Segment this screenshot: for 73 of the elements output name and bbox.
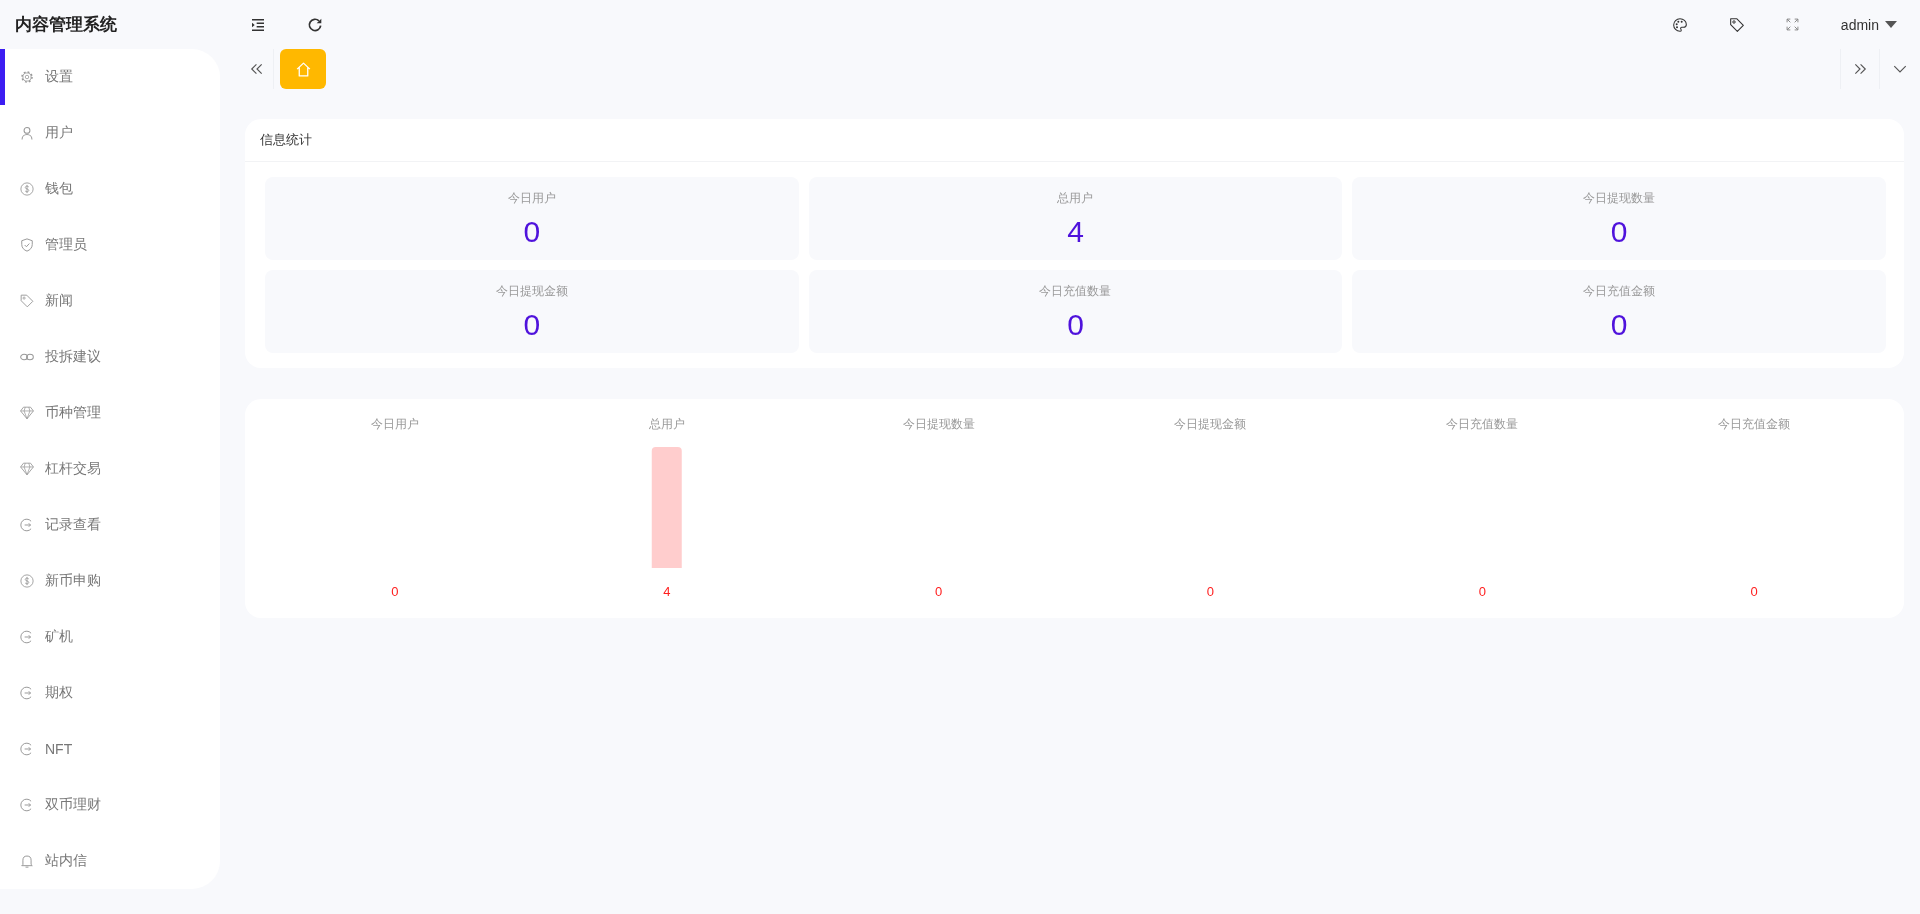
category-label: 总用户 <box>648 417 685 431</box>
stat-value: 0 <box>1610 308 1628 342</box>
stat-label: 今日充值金额 <box>1583 283 1656 299</box>
sidebar-item[interactable]: 新闻 <box>0 273 220 329</box>
sidebar-item[interactable]: 钱包 <box>0 161 220 217</box>
category-label: 今日充值数量 <box>1446 417 1519 431</box>
stat-label: 今日提现数量 <box>1583 190 1656 206</box>
sidebar-item[interactable]: 站内信 <box>0 833 220 889</box>
tag-button[interactable] <box>1728 16 1745 33</box>
user-icon <box>20 126 34 140</box>
dollar-coin-icon <box>20 574 34 588</box>
stat-label: 今日充值数量 <box>1039 283 1112 299</box>
theme-button[interactable] <box>1671 16 1688 33</box>
value-label: 0 <box>391 584 399 599</box>
stat-value: 4 <box>1067 215 1084 249</box>
sidebar-item[interactable]: 矿机 <box>0 609 220 665</box>
stat-label: 总用户 <box>1057 190 1094 206</box>
stat-label: 今日提现金额 <box>495 283 568 299</box>
circle-arrow-icon <box>20 686 34 700</box>
palette-icon <box>1671 16 1688 33</box>
value-label: 0 <box>934 584 943 599</box>
category-label: 今日充值金额 <box>1718 417 1791 431</box>
stat-value: 0 <box>523 215 541 249</box>
panel-title: 信息统计 <box>260 131 312 149</box>
circle-arrow-icon <box>20 518 34 532</box>
menu-toggle-button[interactable] <box>250 16 266 33</box>
value-label: 0 <box>1206 584 1215 599</box>
circle-arrow-icon <box>20 798 34 812</box>
scroll-right-button[interactable] <box>1840 49 1880 89</box>
tag-icon <box>1728 16 1745 33</box>
refresh-button[interactable] <box>307 16 323 33</box>
fullscreen-button[interactable] <box>1785 18 1799 31</box>
tag-icon <box>20 294 34 308</box>
bell-icon <box>20 854 34 868</box>
sidebar-item[interactable]: 杠杆交易 <box>0 441 220 497</box>
sidebar-item[interactable]: 期权 <box>0 665 220 721</box>
dollar-coin-icon <box>20 182 34 196</box>
shield-check-icon <box>20 238 34 252</box>
stat-value: 0 <box>1610 215 1628 249</box>
category-label: 今日提现数量 <box>902 417 975 431</box>
home-tab[interactable] <box>280 49 326 89</box>
sidebar-item[interactable]: 设置 <box>0 49 220 105</box>
sidebar-item[interactable]: 记录查看 <box>0 497 220 553</box>
stat-value: 0 <box>1067 308 1084 342</box>
sidebar-item[interactable]: 双币理财 <box>0 777 220 833</box>
refresh-icon <box>307 16 323 33</box>
app-title: 内容管理系统 <box>15 15 117 34</box>
double-chevron-right-icon <box>1853 62 1867 76</box>
house-icon <box>294 60 312 78</box>
category-label: 今日提现金额 <box>1174 417 1247 431</box>
diamond-icon <box>20 406 34 420</box>
stat-label: 今日用户 <box>507 190 556 206</box>
caret-down-icon <box>1885 21 1897 28</box>
gear-icon <box>20 70 34 84</box>
diamond-icon <box>20 462 34 476</box>
double-chevron-left-icon <box>249 62 264 76</box>
stat-value: 0 <box>523 308 541 342</box>
circle-arrow-icon <box>20 630 34 644</box>
chevron-down-icon <box>1893 65 1907 73</box>
fullscreen-icon <box>1785 18 1799 31</box>
sidebar-item[interactable]: 新币申购 <box>0 553 220 609</box>
value-label: 0 <box>1478 584 1486 599</box>
circle-arrow-icon <box>20 742 34 756</box>
value-label: 4 <box>663 584 671 599</box>
sidebar-item[interactable]: 币种管理 <box>0 385 220 441</box>
sidebar-item[interactable]: NFT <box>0 721 220 777</box>
sidebar-item[interactable]: 投拆建议 <box>0 329 220 385</box>
sidebar-item[interactable]: 管理员 <box>0 217 220 273</box>
user-menu-button[interactable]: admin <box>1840 16 1897 33</box>
value-label: 0 <box>1750 584 1758 599</box>
menu-icon <box>250 16 266 33</box>
sidebar-item[interactable]: 用户 <box>0 105 220 161</box>
category-label: 今日用户 <box>370 417 419 431</box>
